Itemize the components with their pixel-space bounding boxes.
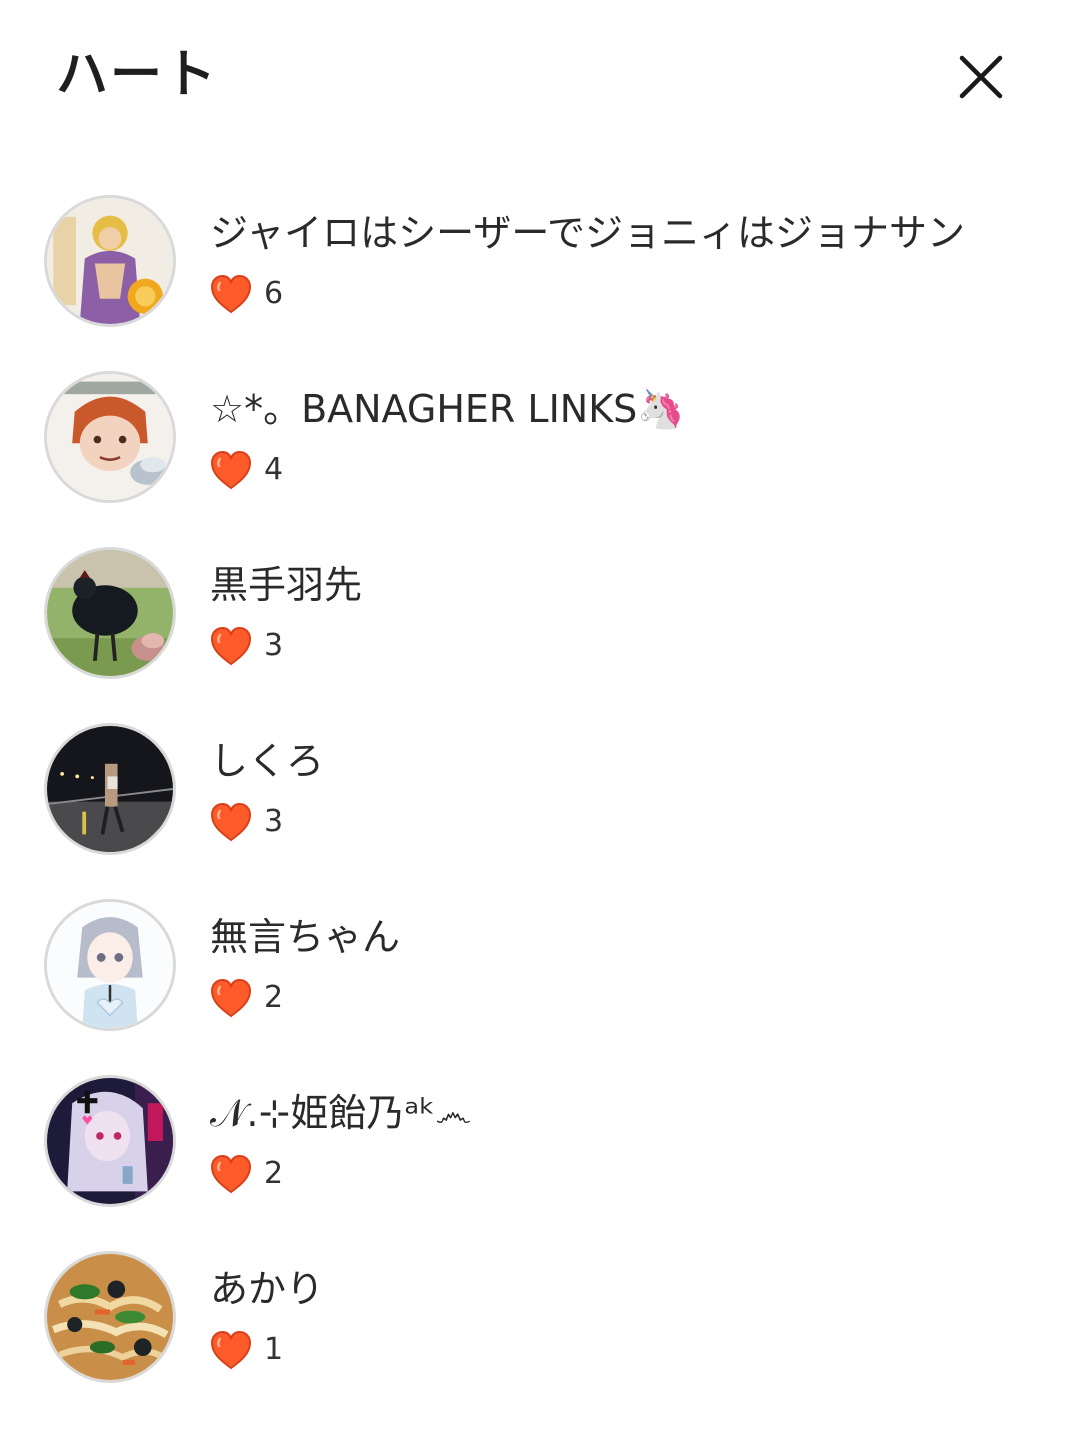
list-item[interactable]: 黒手羽先 3 bbox=[0, 544, 1080, 720]
heart-count-value: 2 bbox=[264, 1156, 284, 1191]
avatar[interactable] bbox=[44, 547, 176, 679]
heart-icon bbox=[210, 978, 252, 1018]
user-name: 𝒩.⊹姫飴乃ᵃᵏ෴ bbox=[210, 1091, 472, 1135]
user-name: ☆*。BANAGHER LINKS🦄 bbox=[210, 387, 685, 431]
avatar[interactable] bbox=[44, 195, 176, 327]
heart-icon bbox=[210, 626, 252, 666]
user-name: しくろ bbox=[210, 739, 325, 783]
avatar[interactable] bbox=[44, 371, 176, 503]
heart-user-list: ジャイロはシーザーでジョニィはジョナサン 6 ☆*。BANAGHER LINKS… bbox=[0, 192, 1080, 1424]
heart-count-value: 4 bbox=[264, 452, 284, 487]
heart-count: 1 bbox=[210, 1328, 283, 1372]
heart-icon bbox=[210, 802, 252, 842]
list-item[interactable]: ジャイロはシーザーでジョニィはジョナサン 6 bbox=[0, 192, 1080, 368]
heart-count: 2 bbox=[210, 1152, 283, 1196]
heart-count: 3 bbox=[210, 800, 283, 844]
heart-count: 2 bbox=[210, 976, 283, 1020]
avatar[interactable] bbox=[44, 899, 176, 1031]
heart-icon bbox=[210, 1330, 252, 1370]
heart-count-value: 1 bbox=[264, 1332, 284, 1367]
avatar[interactable] bbox=[44, 1251, 176, 1383]
heart-icon bbox=[210, 1154, 252, 1194]
user-name: 黒手羽先 bbox=[210, 563, 363, 607]
user-name: あかり bbox=[210, 1267, 325, 1311]
heart-count-value: 2 bbox=[264, 980, 284, 1015]
heart-count: 3 bbox=[210, 624, 283, 668]
list-item[interactable]: ☆*。BANAGHER LINKS🦄 4 bbox=[0, 368, 1080, 544]
header: ハート bbox=[0, 0, 1080, 150]
page-title: ハート bbox=[56, 45, 219, 105]
heart-icon bbox=[210, 274, 252, 314]
user-name: 無言ちゃん bbox=[210, 915, 401, 959]
heart-count: 6 bbox=[210, 272, 283, 316]
list-item[interactable]: 無言ちゃん 2 bbox=[0, 896, 1080, 1072]
close-button[interactable] bbox=[948, 44, 1014, 110]
list-item[interactable]: 𝒩.⊹姫飴乃ᵃᵏ෴ 2 bbox=[0, 1072, 1080, 1248]
avatar[interactable] bbox=[44, 1075, 176, 1207]
heart-icon bbox=[210, 450, 252, 490]
list-item[interactable]: しくろ 3 bbox=[0, 720, 1080, 896]
avatar[interactable] bbox=[44, 723, 176, 855]
list-item[interactable]: あかり 1 bbox=[0, 1248, 1080, 1424]
close-icon bbox=[959, 55, 1003, 99]
user-name: ジャイロはシーザーでジョニィはジョナサン bbox=[210, 211, 966, 255]
heart-count-value: 6 bbox=[264, 276, 284, 311]
heart-count-value: 3 bbox=[264, 804, 284, 839]
heart-count-value: 3 bbox=[264, 628, 284, 663]
heart-count: 4 bbox=[210, 448, 283, 492]
